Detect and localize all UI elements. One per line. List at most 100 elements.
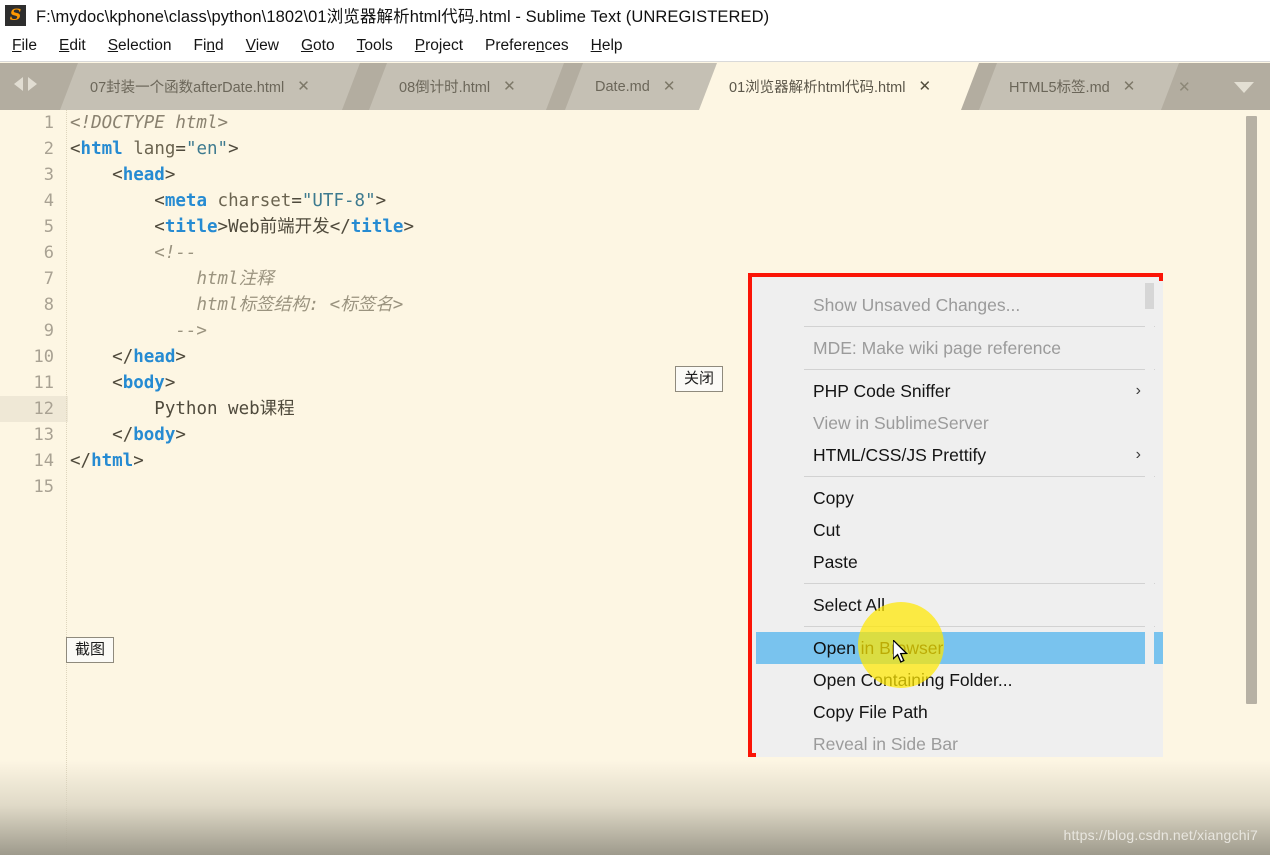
- gutter-divider: [66, 110, 68, 855]
- tab-label: 07封装一个函数afterDate.html: [90, 80, 285, 96]
- ctx-item-label: Paste: [813, 552, 858, 572]
- ctx-item-copy-file-path[interactable]: Copy File Path: [756, 696, 1163, 728]
- tab-label: Date.md: [595, 78, 650, 95]
- menu-label: ile: [21, 36, 37, 54]
- tab-html5-tags-md[interactable]: HTML5标签.md ✕: [979, 63, 1179, 110]
- ctx-item-label: Open Containing Folder...: [813, 670, 1013, 690]
- menu-label: election: [118, 36, 172, 54]
- line-number-gutter: 1 2 3 4 5 6 7 8 9 10 11 12 13 14 15: [0, 110, 68, 855]
- line-number: 10: [33, 347, 54, 367]
- close-icon[interactable]: ✕: [1178, 78, 1191, 96]
- ctx-item-show-unsaved-changes[interactable]: Show Unsaved Changes...: [756, 289, 1163, 321]
- tab-label: HTML5标签.md: [1009, 80, 1110, 96]
- ctx-item-label: Show Unsaved Changes...: [813, 295, 1021, 315]
- ctx-item-mde-make-wiki-page-reference[interactable]: MDE: Make wiki page reference: [756, 332, 1163, 364]
- context-menu-highlight-box: Show Unsaved Changes... MDE: Make wiki p…: [748, 273, 1163, 757]
- ctx-item-label: Copy File Path: [813, 702, 928, 722]
- menu-item-goto[interactable]: Goto: [301, 37, 335, 55]
- menu-separator: [804, 583, 1155, 584]
- menu-label: elp: [601, 36, 623, 54]
- close-icon[interactable]: ✕: [1123, 79, 1136, 94]
- line-number: 11: [33, 373, 54, 393]
- menu-item-project[interactable]: Project: [415, 37, 463, 55]
- tab-label: 01浏览器解析html代码.html: [729, 80, 906, 96]
- line-number: 3: [43, 165, 54, 185]
- line-number: 6: [43, 243, 54, 263]
- ctx-item-view-in-sublimeserver[interactable]: View in SublimeServer: [756, 407, 1163, 439]
- menu-label: roject: [425, 36, 464, 54]
- close-icon[interactable]: ✕: [297, 79, 310, 94]
- ctx-item-copy[interactable]: Copy: [756, 482, 1163, 514]
- line-number: 8: [43, 295, 54, 315]
- menu-separator: [804, 369, 1155, 370]
- line-number: 12: [33, 399, 54, 419]
- tab-01-browser-parse-html[interactable]: 01浏览器解析html代码.html ✕: [699, 63, 979, 110]
- scrollbar-thumb[interactable]: [1246, 116, 1257, 704]
- chevron-right-icon: ›: [1135, 382, 1141, 399]
- line-number: 15: [33, 477, 54, 497]
- context-menu-scrollbar[interactable]: [1145, 281, 1154, 757]
- menu-item-find[interactable]: Find: [193, 37, 223, 55]
- ctx-item-select-all[interactable]: Select All: [756, 589, 1163, 621]
- sublime-text-logo-icon: S: [5, 4, 26, 26]
- menu-label: ools: [364, 36, 393, 54]
- chevron-down-icon[interactable]: [1234, 82, 1254, 93]
- menu-item-view[interactable]: View: [246, 37, 279, 55]
- code-line-4: <meta charset="UTF-8">: [154, 191, 387, 211]
- line-number: 5: [43, 217, 54, 237]
- menu-item-edit[interactable]: Edit: [59, 37, 86, 55]
- ctx-item-open-in-browser[interactable]: Open in Browser: [756, 632, 1163, 664]
- window-title-text: F:\mydoc\kphone\class\python\1802\01浏览器解…: [36, 8, 770, 26]
- menu-separator: [804, 326, 1155, 327]
- line-number: 4: [43, 191, 54, 211]
- close-icon[interactable]: ✕: [663, 79, 676, 94]
- window-title-bar: S F:\mydoc\kphone\class\python\1802\01浏览…: [0, 0, 1270, 30]
- code-line-6: <!--: [154, 243, 197, 263]
- menu-item-tools[interactable]: Tools: [357, 37, 393, 55]
- line-number: 13: [33, 425, 54, 445]
- menu-item-preferences[interactable]: Preferences: [485, 37, 569, 55]
- scrollbar-thumb[interactable]: [1145, 283, 1154, 309]
- code-line-5: <title>Web前端开发</title>: [154, 217, 414, 237]
- menu-label: iew: [255, 36, 279, 54]
- line-number: 14: [33, 451, 54, 471]
- tab-date-md[interactable]: Date.md ✕: [565, 63, 720, 110]
- ctx-item-label: HTML/CSS/JS Prettify: [813, 445, 987, 465]
- close-icon[interactable]: ✕: [503, 79, 516, 94]
- menu-item-selection[interactable]: Selection: [108, 37, 172, 55]
- ctx-item-html-css-js-prettify[interactable]: HTML/CSS/JS Prettify ›: [756, 439, 1163, 471]
- ctx-item-label: View in SublimeServer: [813, 413, 989, 433]
- menu-item-help[interactable]: Help: [591, 37, 623, 55]
- ctx-item-label: Select All: [813, 595, 885, 615]
- ctx-item-label: PHP Code Sniffer: [813, 381, 951, 401]
- menu-separator: [804, 626, 1155, 627]
- ctx-item-label: Copy: [813, 488, 854, 508]
- tab-bar: 07封装一个函数afterDate.html ✕ 08倒计时.html ✕ Da…: [0, 63, 1270, 110]
- close-icon[interactable]: ✕: [918, 79, 931, 94]
- ctx-item-reveal-in-side-bar[interactable]: Reveal in Side Bar: [756, 728, 1163, 757]
- ctx-item-php-code-sniffer[interactable]: PHP Code Sniffer ›: [756, 375, 1163, 407]
- editor-vertical-scrollbar[interactable]: [1246, 110, 1264, 855]
- tab-navigation-arrows[interactable]: [14, 77, 37, 91]
- line-number: 9: [43, 321, 54, 341]
- ctx-item-paste[interactable]: Paste: [756, 546, 1163, 578]
- line-number: 1: [43, 113, 54, 133]
- arrow-right-icon[interactable]: [28, 77, 37, 91]
- ctx-item-open-containing-folder[interactable]: Open Containing Folder...: [756, 664, 1163, 696]
- menu-item-file[interactable]: File: [12, 37, 37, 55]
- line-number: 7: [43, 269, 54, 289]
- ctx-item-cut[interactable]: Cut: [756, 514, 1163, 546]
- annotation-close-label: 关闭: [675, 366, 724, 392]
- arrow-left-icon[interactable]: [14, 77, 23, 91]
- context-menu[interactable]: Show Unsaved Changes... MDE: Make wiki p…: [756, 281, 1163, 757]
- ctx-item-label: MDE: Make wiki page reference: [813, 338, 1062, 358]
- tab-07-afterdate[interactable]: 07封装一个函数afterDate.html ✕: [60, 63, 360, 110]
- menu-top-padding: [756, 281, 1163, 289]
- line-number: 2: [43, 139, 54, 159]
- app-icon-glyph: S: [9, 5, 22, 24]
- tab-label: 08倒计时.html: [399, 80, 491, 96]
- annotation-screenshot-label: 截图: [66, 637, 115, 663]
- menu-separator: [804, 476, 1155, 477]
- tab-08-countdown[interactable]: 08倒计时.html ✕: [369, 63, 564, 110]
- code-line-2: <html lang="en">: [70, 139, 239, 159]
